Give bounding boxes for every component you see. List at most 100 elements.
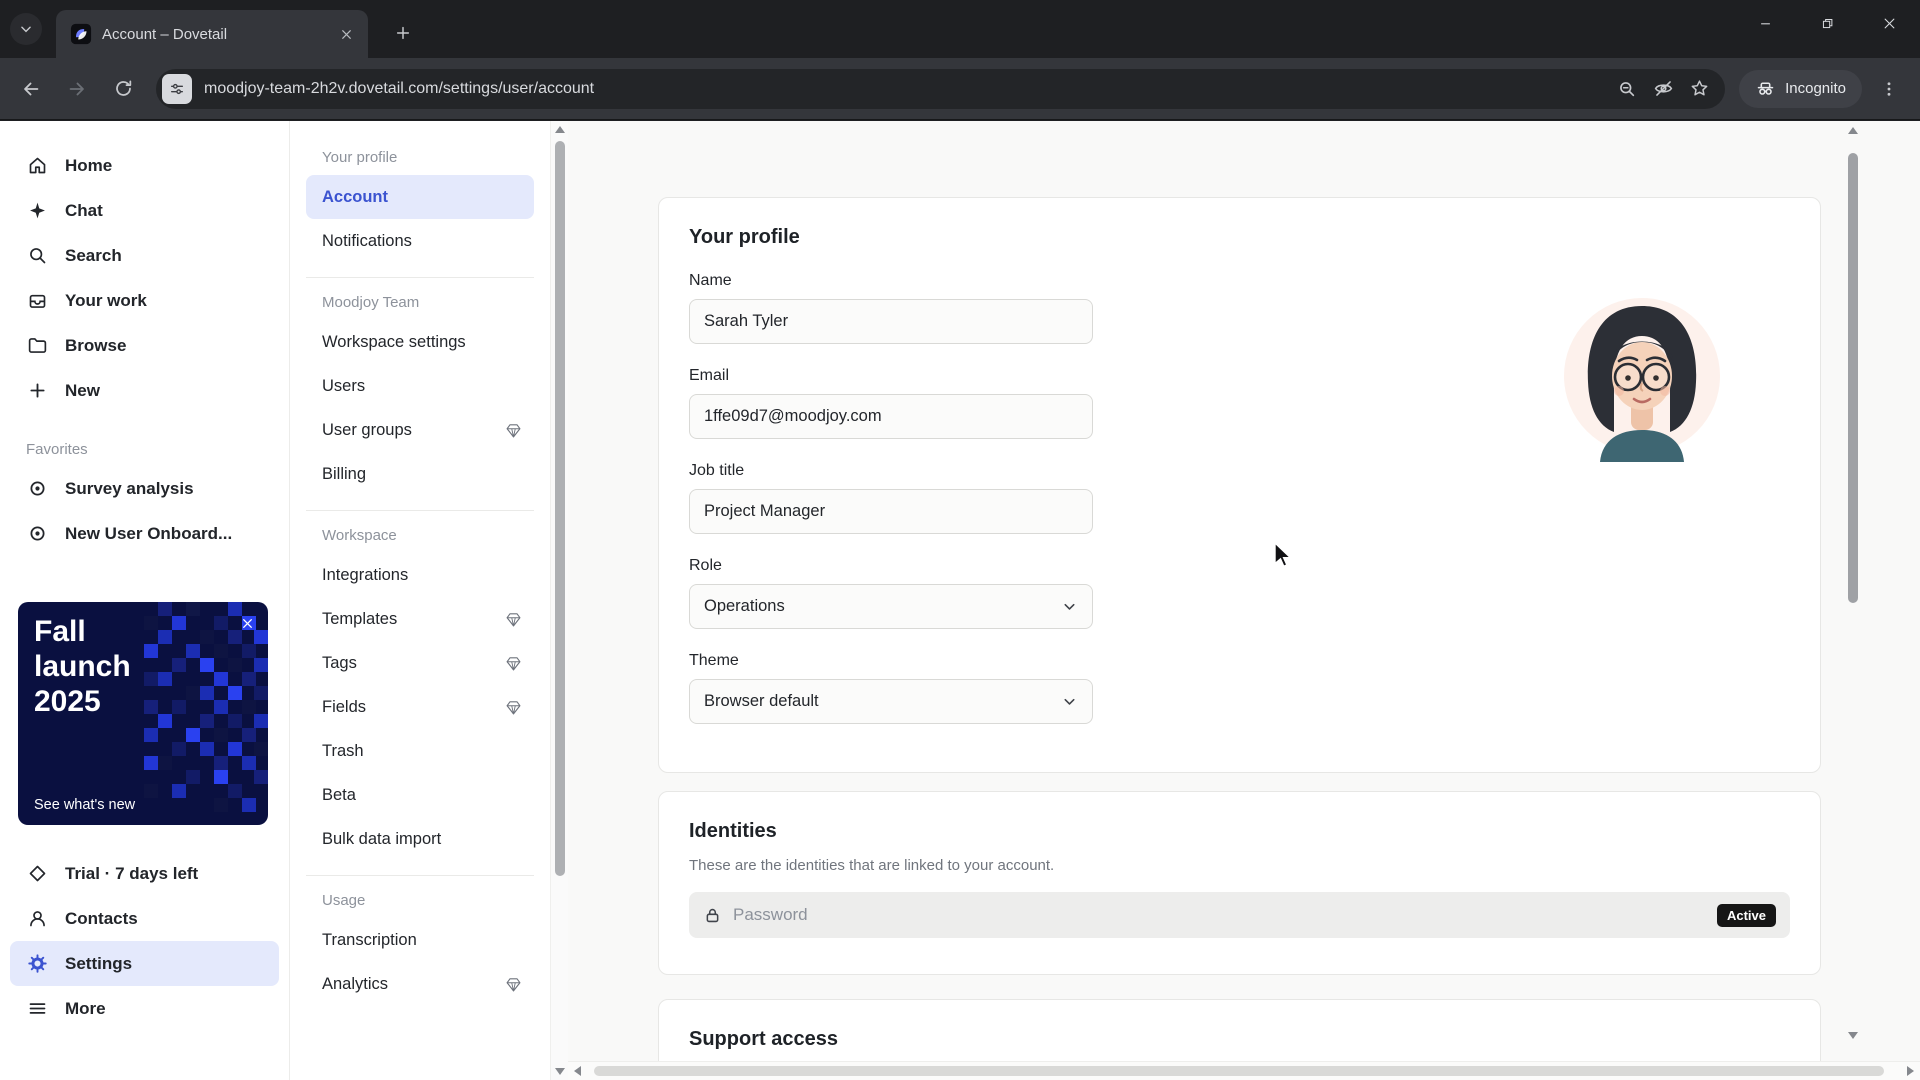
sidebar-item-label: Home — [65, 155, 113, 175]
reload-button[interactable] — [102, 68, 144, 110]
diamond-icon — [26, 863, 48, 885]
sidebar-item-home[interactable]: Home — [0, 143, 289, 188]
sidebar-item-label: Trial · 7 days left — [65, 863, 199, 883]
address-bar[interactable]: moodjoy-team-2h2v.dovetail.com/settings/… — [156, 68, 1726, 109]
settings-nav-item-tags[interactable]: Tags — [306, 641, 534, 685]
premium-gem-icon — [505, 422, 522, 439]
sidebar-item-more[interactable]: More — [0, 986, 289, 1031]
settings-nav-item-integrations[interactable]: Integrations — [306, 553, 534, 597]
promo-cta-link[interactable]: See what's new — [34, 797, 135, 813]
window-controls — [1734, 0, 1920, 46]
incognito-icon — [1757, 82, 1774, 95]
scroll-up-arrow[interactable] — [1848, 127, 1858, 134]
avatar[interactable] — [1562, 290, 1722, 462]
back-button[interactable] — [10, 68, 52, 110]
password-identity-row[interactable]: Password Active — [689, 892, 1790, 938]
window-minimize-button[interactable] — [1734, 0, 1796, 46]
search-icon — [26, 245, 48, 267]
sidebar-item-search[interactable]: Search — [0, 233, 289, 278]
promo-card[interactable]: Fall launch 2025 See what's new — [18, 602, 268, 825]
window-restore-button[interactable] — [1796, 0, 1858, 46]
settings-nav-item-analytics[interactable]: Analytics — [306, 962, 534, 1006]
sidebar-item-trial[interactable]: Trial · 7 days left — [0, 851, 289, 896]
settings-nav-item-billing[interactable]: Billing — [306, 452, 534, 496]
sidebar-item-contacts[interactable]: Contacts — [0, 896, 289, 941]
forward-arrow-icon — [69, 82, 84, 95]
sidebar-item-settings[interactable]: Settings — [10, 941, 279, 986]
browser-menu-button[interactable] — [1868, 68, 1910, 110]
scrollbar-thumb[interactable] — [1848, 153, 1858, 603]
scrollbar-thumb[interactable] — [555, 141, 565, 876]
sidebar-item-new[interactable]: New — [0, 368, 289, 413]
identities-description: These are the identities that are linked… — [689, 857, 1055, 874]
settings-nav-item-account[interactable]: Account — [306, 175, 534, 219]
favorite-item-new-user-onboarding[interactable]: New User Onboard... — [0, 511, 289, 556]
settings-nav-item-fields[interactable]: Fields — [306, 685, 534, 729]
back-arrow-icon — [24, 82, 39, 95]
home-icon — [26, 155, 48, 177]
content-scrollbar-vertical[interactable] — [1845, 125, 1861, 1061]
tab-search-button[interactable] — [10, 13, 42, 45]
sidebar-item-label: Search — [65, 245, 122, 265]
scroll-left-arrow[interactable] — [574, 1066, 581, 1076]
divider — [306, 510, 534, 511]
bookmark-star-icon[interactable] — [1681, 71, 1717, 107]
settings-nav-item-transcription[interactable]: Transcription — [306, 918, 534, 962]
sidebar-item-chat[interactable]: Chat — [0, 188, 289, 233]
restore-icon — [1822, 18, 1832, 28]
favorite-item-survey-analysis[interactable]: Survey analysis — [0, 466, 289, 511]
premium-gem-icon — [505, 976, 522, 993]
sidebar-item-your-work[interactable]: Your work — [0, 278, 289, 323]
site-info-icon[interactable] — [162, 73, 192, 104]
window-close-button[interactable] — [1858, 0, 1920, 46]
promo-close-icon[interactable] — [236, 612, 258, 634]
settings-nav-item-users[interactable]: Users — [306, 364, 534, 408]
url-text[interactable]: moodjoy-team-2h2v.dovetail.com/settings/… — [204, 80, 1609, 98]
password-eye-off-icon[interactable] — [1645, 71, 1681, 107]
hamburger-icon — [26, 998, 48, 1020]
settings-section-header: Workspace — [322, 527, 397, 544]
zoom-icon[interactable] — [1609, 71, 1645, 107]
sidebar-item-browse[interactable]: Browse — [0, 323, 289, 368]
settings-content: Your profile Name Email Job title Role O… — [568, 121, 1920, 1080]
identities-card: Identities These are the identities that… — [658, 791, 1821, 975]
forward-button[interactable] — [56, 68, 98, 110]
settings-nav-item-notifications[interactable]: Notifications — [306, 219, 534, 263]
tab-close-icon[interactable] — [334, 22, 358, 46]
divider — [306, 277, 534, 278]
chevron-down-icon — [1064, 603, 1075, 610]
email-field[interactable] — [689, 394, 1093, 439]
premium-gem-icon — [505, 655, 522, 672]
job-title-input[interactable] — [689, 489, 1093, 534]
settings-nav-item-workspace-settings[interactable]: Workspace settings — [306, 320, 534, 364]
browser-tab[interactable]: Account – Dovetail — [56, 10, 368, 58]
scroll-down-arrow[interactable] — [1848, 1032, 1858, 1039]
settings-nav-item-trash[interactable]: Trash — [306, 729, 534, 773]
scroll-up-arrow[interactable] — [555, 126, 565, 133]
scrollbar-thumb[interactable] — [594, 1066, 1884, 1076]
divider — [306, 875, 534, 876]
settings-nav-item-beta[interactable]: Beta — [306, 773, 534, 817]
settings-nav-item-templates[interactable]: Templates — [306, 597, 534, 641]
content-scrollbar-horizontal[interactable] — [568, 1061, 1920, 1080]
status-badge: Active — [1716, 903, 1776, 927]
role-selected-value: Operations — [704, 597, 785, 615]
settings-nav-scrollbar[interactable] — [550, 121, 568, 1080]
inbox-icon — [26, 290, 48, 312]
name-input[interactable] — [689, 299, 1093, 344]
kebab-menu-icon — [1887, 81, 1891, 96]
settings-section-header: Usage — [322, 892, 366, 909]
scroll-down-arrow[interactable] — [555, 1068, 565, 1075]
sidebar-item-label: Browse — [65, 335, 127, 355]
new-tab-button[interactable] — [386, 16, 420, 50]
sidebar-item-label: More — [65, 998, 106, 1018]
settings-nav-item-user-groups[interactable]: User groups — [306, 408, 534, 452]
chevron-down-icon — [21, 26, 31, 33]
sidebar-item-label: Settings — [65, 953, 133, 973]
chevron-down-icon — [1064, 698, 1075, 705]
role-select[interactable]: Operations — [689, 584, 1093, 629]
scroll-right-arrow[interactable] — [1907, 1066, 1914, 1076]
lock-icon — [706, 908, 719, 922]
settings-nav-item-bulk-data-import[interactable]: Bulk data import — [306, 817, 534, 861]
theme-select[interactable]: Browser default — [689, 679, 1093, 724]
